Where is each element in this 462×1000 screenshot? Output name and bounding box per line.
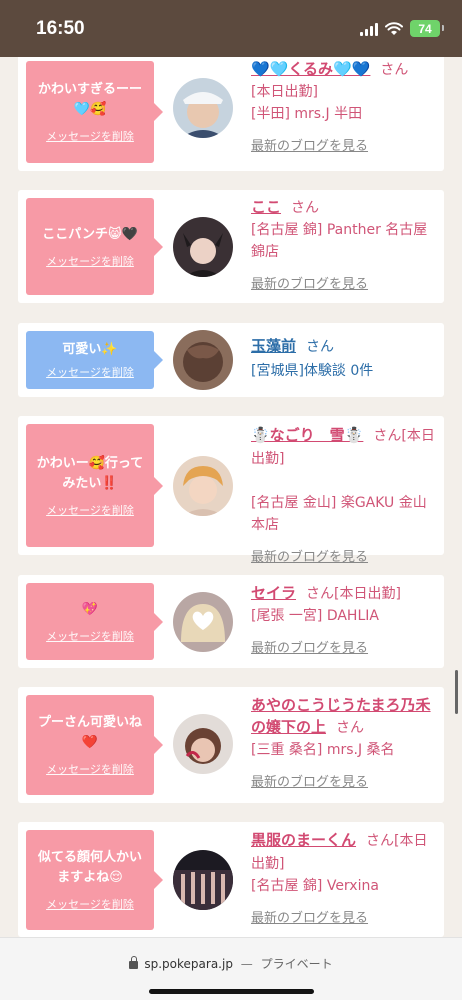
delete-message-link[interactable]: メッセージを削除 bbox=[46, 364, 134, 380]
delete-message-link[interactable]: メッセージを削除 bbox=[46, 128, 134, 144]
cast-name-link[interactable]: ここ bbox=[251, 198, 281, 216]
honorific: さん bbox=[380, 62, 409, 78]
latest-blog-link[interactable]: 最新のブログを見る bbox=[251, 273, 439, 292]
avatar[interactable] bbox=[173, 217, 233, 277]
status-time: 16:50 bbox=[36, 18, 85, 39]
cast-name-link[interactable]: 玉藻前 bbox=[251, 337, 296, 355]
shop-info: [尾張 一宮] DAHLIA bbox=[251, 608, 379, 624]
avatar[interactable] bbox=[173, 456, 233, 516]
browsing-mode: プライベート bbox=[260, 957, 333, 971]
message-text: かわいすぎるーー🩵🥰 bbox=[37, 82, 142, 117]
message-text: プーさん可愛いね❤️ bbox=[37, 715, 142, 750]
latest-blog-link[interactable]: 最新のブログを見る bbox=[251, 546, 439, 565]
message-card: プーさん可愛いね❤️ メッセージを削除 あやのこうじうたまろ乃禾の嬢下の上 さん … bbox=[18, 687, 444, 803]
battery-icon: 74 bbox=[410, 20, 444, 37]
honorific: さん bbox=[306, 339, 335, 355]
status-icons: 74 bbox=[360, 20, 444, 37]
url-display[interactable]: sp.pokepara.jp — プライベート bbox=[0, 955, 462, 972]
delete-message-link[interactable]: メッセージを削除 bbox=[46, 628, 134, 644]
cast-info: 💙🩵くるみ🩵💙 さん [本日出勤] [半田] mrs.J 半田 最新のブログを見る bbox=[251, 58, 439, 154]
honorific: さん bbox=[291, 200, 320, 216]
latest-blog-link[interactable]: 最新のブログを見る bbox=[251, 637, 439, 656]
message-card: かわいすぎるーー🩵🥰 メッセージを削除 💙🩵くるみ🩵💙 さん [本日出勤] [半田… bbox=[18, 57, 444, 171]
shop-info: [名古屋 金山] 楽GAKU 金山本店 bbox=[251, 495, 427, 533]
avatar[interactable] bbox=[173, 714, 233, 774]
message-bubble: かわいー🥰行ってみたい‼️ メッセージを削除 bbox=[26, 424, 163, 547]
scrollbar-thumb[interactable] bbox=[455, 670, 458, 714]
message-text: かわいー🥰行ってみたい‼️ bbox=[36, 455, 144, 491]
delete-message-link[interactable]: メッセージを削除 bbox=[46, 896, 134, 912]
work-status: [本日出勤] bbox=[251, 84, 318, 100]
delete-message-link[interactable]: メッセージを削除 bbox=[46, 253, 134, 269]
message-bubble: 可愛い✨ メッセージを削除 bbox=[26, 331, 163, 389]
cast-info: あやのこうじうたまろ乃禾の嬢下の上 さん [三重 桑名] mrs.J 桑名 最新の… bbox=[251, 694, 439, 790]
delete-message-link[interactable]: メッセージを削除 bbox=[46, 761, 134, 777]
latest-blog-link[interactable]: 最新のブログを見る bbox=[251, 907, 439, 926]
home-indicator[interactable] bbox=[149, 989, 314, 994]
battery-level: 74 bbox=[418, 21, 432, 36]
avatar[interactable] bbox=[173, 330, 233, 390]
message-bubble: ここパンチ😸🖤 メッセージを削除 bbox=[26, 198, 163, 295]
shop-info: [三重 桑名] mrs.J 桑名 bbox=[251, 742, 395, 758]
cast-name-link[interactable]: セイラ bbox=[251, 584, 296, 602]
cast-name-link[interactable]: 💙🩵くるみ🩵💙 bbox=[251, 60, 370, 78]
message-card: 可愛い✨ メッセージを削除 玉藻前 さん [宮城県]体験談 0件 bbox=[18, 323, 444, 397]
latest-blog-link[interactable]: 最新のブログを見る bbox=[251, 135, 439, 154]
url-separator: — bbox=[240, 957, 253, 971]
message-bubble: 💖 メッセージを削除 bbox=[26, 583, 163, 660]
shop-info: [宮城県]体験談 0件 bbox=[251, 363, 374, 379]
shop-info: [名古屋 錦] Panther 名古屋錦店 bbox=[251, 222, 428, 260]
shop-info: [名古屋 錦] Verxina bbox=[251, 878, 379, 894]
avatar[interactable] bbox=[173, 78, 233, 138]
cast-info: セイラ さん[本日出勤] [尾張 一宮] DAHLIA 最新のブログを見る bbox=[251, 582, 439, 656]
cast-info: 黒服のまーくん さん[本日出勤] [名古屋 錦] Verxina 最新のブログを見… bbox=[251, 829, 439, 926]
message-bubble: かわいすぎるーー🩵🥰 メッセージを削除 bbox=[26, 61, 163, 163]
wifi-icon bbox=[385, 21, 403, 35]
message-card: 💖 メッセージを削除 セイラ さん[本日出勤] [尾張 一宮] DAHLIA 最新… bbox=[18, 575, 444, 668]
browser-url-bar[interactable]: sp.pokepara.jp — プライベート bbox=[0, 937, 462, 1000]
message-card: かわいー🥰行ってみたい‼️ メッセージを削除 ☃️なごり 雪☃️ さん[本日出勤]… bbox=[18, 416, 444, 565]
url-domain: sp.pokepara.jp bbox=[144, 957, 233, 971]
lock-icon bbox=[129, 956, 139, 969]
message-card: 似てる顔何人かいますよね😌 メッセージを削除 黒服のまーくん さん[本日出勤] [… bbox=[18, 822, 444, 937]
message-bubble: プーさん可愛いね❤️ メッセージを削除 bbox=[26, 695, 163, 795]
message-text: ここパンチ😸🖤 bbox=[42, 226, 138, 242]
message-text: 💖 bbox=[81, 601, 99, 617]
honorific: さん[本日出勤] bbox=[306, 586, 401, 602]
cast-info: ☃️なごり 雪☃️ さん[本日出勤] [名古屋 金山] 楽GAKU 金山本店 最新… bbox=[251, 424, 439, 565]
delete-message-link[interactable]: メッセージを削除 bbox=[46, 502, 134, 518]
message-bubble: 似てる顔何人かいますよね😌 メッセージを削除 bbox=[26, 830, 163, 930]
cast-info: ここ さん [名古屋 錦] Panther 名古屋錦店 最新のブログを見る bbox=[251, 196, 439, 292]
avatar[interactable] bbox=[173, 850, 233, 910]
latest-blog-link[interactable]: 最新のブログを見る bbox=[251, 771, 439, 790]
message-list[interactable]: かわいすぎるーー🩵🥰 メッセージを削除 💙🩵くるみ🩵💙 さん [本日出勤] [半田… bbox=[0, 57, 462, 937]
message-card: ここパンチ😸🖤 メッセージを削除 ここ さん [名古屋 錦] Panther 名古… bbox=[18, 190, 444, 303]
status-bar: 16:50 74 bbox=[0, 0, 462, 57]
cast-name-link[interactable]: 黒服のまーくん bbox=[251, 831, 356, 849]
message-text: 可愛い✨ bbox=[62, 342, 118, 357]
cast-info: 玉藻前 さん [宮城県]体験談 0件 bbox=[251, 335, 439, 382]
avatar[interactable] bbox=[173, 592, 233, 652]
honorific: さん bbox=[336, 720, 365, 736]
message-text: 似てる顔何人かいますよね😌 bbox=[37, 850, 142, 885]
cast-name-link[interactable]: ☃️なごり 雪☃️ bbox=[251, 426, 363, 444]
shop-info: [半田] mrs.J 半田 bbox=[251, 106, 363, 122]
signal-icon bbox=[360, 22, 378, 36]
